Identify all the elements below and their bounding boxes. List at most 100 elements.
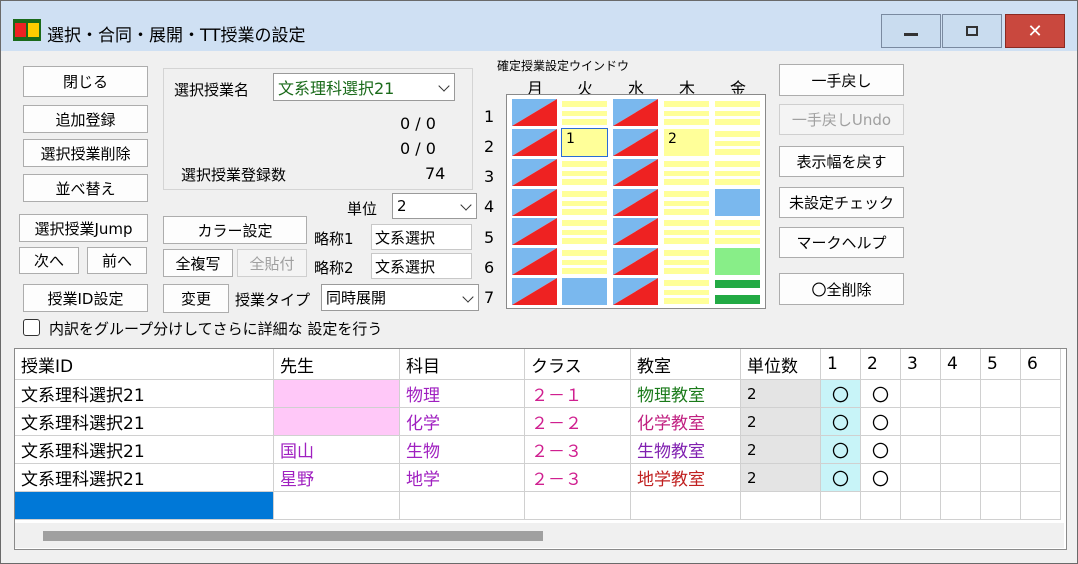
- table-cell[interactable]: [941, 408, 981, 436]
- copy-all-button[interactable]: 全複写: [163, 249, 233, 277]
- table-cell[interactable]: [901, 380, 941, 408]
- table-cell[interactable]: [901, 464, 941, 492]
- table-cell[interactable]: 物理教室: [631, 380, 741, 408]
- table-cell[interactable]: 文系理科選択21: [15, 408, 274, 436]
- schedule-cell-tue-5[interactable]: [562, 218, 607, 245]
- schedule-cell-wed-3[interactable]: [613, 159, 658, 186]
- new-row-selected-cell[interactable]: [15, 492, 274, 520]
- table-cell[interactable]: 2: [741, 464, 821, 492]
- schedule-cell-thu-5[interactable]: [664, 218, 709, 245]
- type-select[interactable]: 同時展開: [321, 284, 479, 311]
- table-cell[interactable]: [1021, 380, 1061, 408]
- schedule-cell-thu-2[interactable]: 2: [664, 129, 709, 156]
- table-cell[interactable]: ２－１: [525, 380, 631, 408]
- paste-all-button[interactable]: 全貼付: [237, 249, 307, 277]
- table-cell[interactable]: ２－３: [525, 464, 631, 492]
- table-cell[interactable]: 2: [741, 436, 821, 464]
- schedule-cell-wed-1[interactable]: [613, 99, 658, 126]
- table-cell[interactable]: 生物教室: [631, 436, 741, 464]
- schedule-cell-tue-2[interactable]: 1: [561, 128, 608, 157]
- table-cell[interactable]: 2: [741, 408, 821, 436]
- table-cell[interactable]: [631, 492, 741, 520]
- header-class-id[interactable]: 授業ID: [15, 349, 274, 380]
- unset-check-button[interactable]: 未設定チェック: [779, 187, 904, 218]
- table-cell[interactable]: [901, 436, 941, 464]
- table-cell[interactable]: ２－２: [525, 408, 631, 436]
- table-cell[interactable]: [861, 492, 901, 520]
- table-cell[interactable]: 〇: [821, 380, 861, 408]
- jump-button[interactable]: 選択授業Jump: [19, 214, 148, 242]
- schedule-cell-fri-4[interactable]: [715, 189, 760, 216]
- table-cell[interactable]: [741, 492, 821, 520]
- close-window-button[interactable]: ✕: [1005, 14, 1065, 48]
- table-cell[interactable]: [274, 408, 400, 436]
- header-period-3[interactable]: 3: [901, 349, 941, 380]
- class-id-setting-button[interactable]: 授業ID設定: [23, 284, 148, 312]
- table-cell[interactable]: [941, 436, 981, 464]
- table-cell[interactable]: 〇: [861, 436, 901, 464]
- prev-button[interactable]: 前へ: [87, 247, 147, 274]
- schedule-cell-fri-5[interactable]: [715, 218, 760, 245]
- header-room[interactable]: 教室: [631, 349, 741, 380]
- next-button[interactable]: 次へ: [19, 247, 79, 274]
- table-cell[interactable]: 〇: [861, 380, 901, 408]
- schedule-cell-mon-6[interactable]: [512, 248, 557, 275]
- table-cell[interactable]: [1021, 436, 1061, 464]
- table-cell[interactable]: 〇: [821, 408, 861, 436]
- table-cell[interactable]: [981, 464, 1021, 492]
- schedule-cell-fri-6[interactable]: [715, 248, 760, 275]
- table-cell[interactable]: [901, 408, 941, 436]
- table-cell[interactable]: [981, 492, 1021, 520]
- schedule-cell-thu-6[interactable]: [664, 248, 709, 275]
- schedule-cell-wed-7[interactable]: [613, 278, 658, 305]
- table-cell[interactable]: [274, 492, 400, 520]
- schedule-cell-wed-6[interactable]: [613, 248, 658, 275]
- abbr2-input[interactable]: 文系選択: [371, 253, 472, 279]
- change-button[interactable]: 変更: [163, 284, 229, 313]
- table-cell[interactable]: 文系理科選択21: [15, 436, 274, 464]
- table-cell[interactable]: 星野: [274, 464, 400, 492]
- schedule-cell-fri-7[interactable]: [715, 278, 760, 305]
- header-period-1[interactable]: 1: [821, 349, 861, 380]
- table-cell[interactable]: 〇: [821, 464, 861, 492]
- undo-undo-button[interactable]: 一手戻しUndo: [779, 104, 904, 135]
- header-period-5[interactable]: 5: [981, 349, 1021, 380]
- table-cell[interactable]: [274, 380, 400, 408]
- horizontal-scrollbar[interactable]: [15, 523, 1064, 548]
- restore-width-button[interactable]: 表示幅を戻す: [779, 146, 904, 177]
- schedule-cell-tue-7[interactable]: [562, 278, 607, 305]
- table-cell[interactable]: [1021, 464, 1061, 492]
- schedule-cell-tue-4[interactable]: [562, 189, 607, 216]
- table-cell[interactable]: [981, 380, 1021, 408]
- class-table[interactable]: 授業ID 先生 科目 クラス 教室 単位数 1 2 3 4 5 6 文系理科選択21 物理 ２－１ 物理教室 2…: [14, 348, 1067, 550]
- header-period-4[interactable]: 4: [941, 349, 981, 380]
- header-period-2[interactable]: 2: [861, 349, 901, 380]
- schedule-cell-tue-6[interactable]: [562, 248, 607, 275]
- unit-select[interactable]: 2: [392, 193, 477, 219]
- schedule-grid[interactable]: 12: [506, 94, 766, 309]
- undo-button[interactable]: 一手戻し: [779, 64, 904, 96]
- schedule-cell-thu-1[interactable]: [664, 99, 709, 126]
- detail-checkbox[interactable]: [23, 319, 40, 336]
- schedule-cell-mon-3[interactable]: [512, 159, 557, 186]
- table-cell[interactable]: 2: [741, 380, 821, 408]
- schedule-cell-wed-4[interactable]: [613, 189, 658, 216]
- table-cell[interactable]: [981, 436, 1021, 464]
- delete-class-button[interactable]: 選択授業削除: [23, 139, 148, 167]
- table-cell[interactable]: 文系理科選択21: [15, 464, 274, 492]
- schedule-cell-fri-1[interactable]: [715, 99, 760, 126]
- schedule-cell-mon-4[interactable]: [512, 189, 557, 216]
- table-cell[interactable]: [941, 464, 981, 492]
- table-cell[interactable]: 〇: [821, 436, 861, 464]
- table-cell[interactable]: ２－３: [525, 436, 631, 464]
- table-cell[interactable]: 物理: [400, 380, 525, 408]
- table-cell[interactable]: 文系理科選択21: [15, 380, 274, 408]
- schedule-cell-thu-3[interactable]: [664, 159, 709, 186]
- table-cell[interactable]: [941, 492, 981, 520]
- table-cell[interactable]: 〇: [861, 464, 901, 492]
- header-teacher[interactable]: 先生: [274, 349, 400, 380]
- table-cell[interactable]: 〇: [861, 408, 901, 436]
- table-cell[interactable]: [981, 408, 1021, 436]
- schedule-cell-fri-3[interactable]: [715, 159, 760, 186]
- table-cell[interactable]: 国山: [274, 436, 400, 464]
